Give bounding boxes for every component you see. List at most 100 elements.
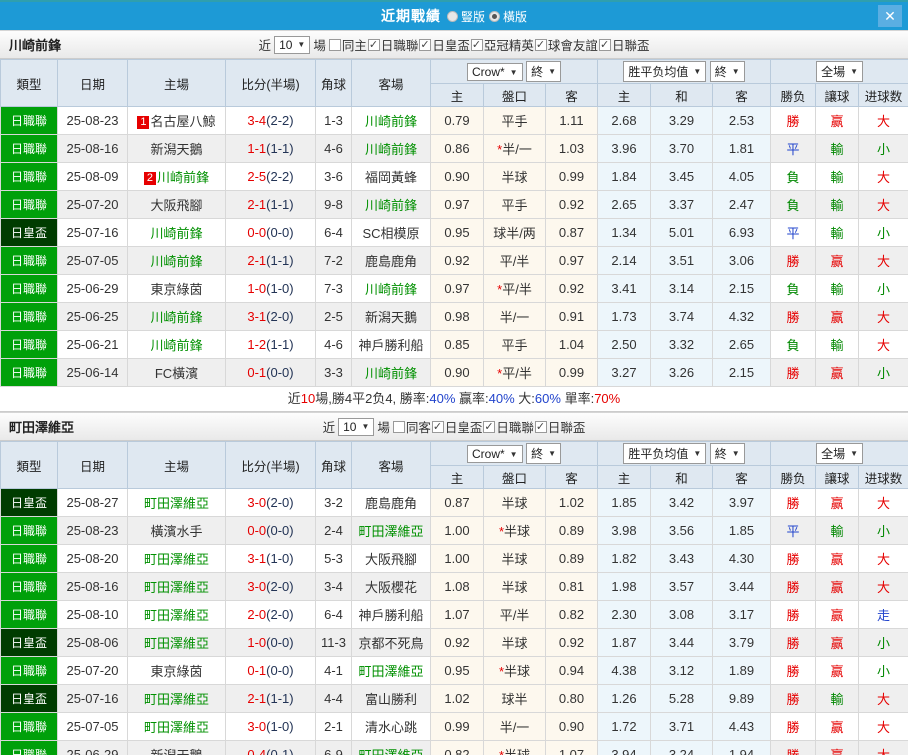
league-type-badge: 日職聯 (0, 656, 58, 685)
radio-icon[interactable] (489, 10, 500, 22)
checkbox-icon[interactable] (534, 38, 547, 51)
games-count-select[interactable]: 10 ▼ (274, 35, 311, 54)
score: 0-0(0-0) (225, 516, 316, 545)
filter-checkbox[interactable]: 球會友誼 (534, 35, 598, 54)
avg-home-odds: 2.68 (597, 106, 651, 135)
away-team: 町田澤維亞 (351, 516, 431, 545)
checkbox-icon[interactable] (483, 420, 496, 433)
away-team: 町田澤維亞 (351, 740, 431, 755)
league-type-badge: 日皇盃 (0, 684, 58, 713)
home-team: 橫濱水手 (127, 516, 226, 545)
bookmaker-select[interactable]: Crow* ▼ (466, 63, 523, 81)
filter-controls: 近 10▼ 場 同客日皇盃日職聯日聯盃 (323, 417, 585, 436)
result-wdl: 勝 (770, 544, 817, 573)
league-type-badge: 日皇盃 (0, 488, 58, 517)
match-date: 25-07-16 (57, 684, 128, 713)
home-odds: 0.87 (430, 488, 484, 517)
result-handicap: 輸 (815, 190, 860, 219)
avg-home-odds: 1.85 (597, 488, 651, 517)
away-team: 富山勝利 (351, 684, 431, 713)
col-header-away: 客場 (351, 441, 431, 489)
avg-odds-select[interactable]: 胜平负均值 ▼ (623, 443, 707, 464)
score: 3-0(2-0) (225, 572, 316, 601)
filter-checkbox[interactable]: 日聯盃 (534, 417, 585, 436)
checkbox-icon[interactable] (431, 420, 444, 433)
layout-radio-group: 豎版 橫版 (446, 8, 527, 25)
avg-time-select[interactable]: 終 ▼ (709, 61, 745, 82)
odds-time-select[interactable]: 終 ▼ (526, 61, 561, 82)
team-name: 川崎前鋒 (9, 38, 62, 53)
avg-time-select[interactable]: 終 ▼ (709, 443, 745, 464)
avg-odds-select[interactable]: 胜平负均值 ▼ (623, 61, 707, 82)
avg-home-odds: 2.65 (597, 190, 651, 219)
result-handicap: 赢 (815, 712, 860, 741)
handicap: 半球 (483, 488, 546, 517)
match-row: 日皇盃 25-07-16 町田澤維亞 2-1(1-1) 4-4 富山勝利 1.02 球半 0.8… (0, 684, 908, 713)
match-row: 日皇盃 25-07-16 川崎前鋒 0-0(0-0) 6-4 SC相模原 0.95 球半/两 0… (0, 218, 908, 247)
away-team: 福岡黃蜂 (351, 162, 431, 191)
league-type-badge: 日職聯 (0, 516, 58, 545)
home-odds: 0.95 (430, 656, 484, 685)
fulltime-select[interactable]: 全場 ▼ (816, 443, 863, 464)
match-row: 日職聯 25-07-05 町田澤維亞 3-0(1-0) 2-1 清水心跳 0.99 半/一 0.… (0, 712, 908, 741)
filter-checkbox[interactable]: 日職聯 (367, 35, 418, 54)
match-date: 25-08-09 (57, 162, 128, 191)
avg-home-odds: 1.26 (597, 684, 651, 713)
league-type-badge: 日職聯 (0, 190, 58, 219)
filter-checkbox[interactable]: 日皇盃 (431, 417, 482, 436)
checkbox-icon[interactable] (534, 420, 547, 433)
radio-icon[interactable] (446, 10, 458, 22)
avg-away-odds: 1.94 (711, 740, 772, 755)
games-count-select[interactable]: 10 ▼ (338, 417, 375, 436)
filter-checkbox[interactable]: 日聯盃 (598, 35, 649, 54)
col-header-home: 主場 (127, 441, 226, 489)
odds-time-select[interactable]: 終 ▼ (526, 443, 561, 464)
layout-radio-豎版[interactable]: 豎版 (446, 8, 485, 25)
match-row: 日職聯25-06-29新潟天鵝0-4(0-1)6-9町田澤維亞0.82*半球1.… (0, 740, 908, 755)
away-team: 大阪櫻花 (351, 572, 431, 601)
avg-away-odds: 4.05 (711, 162, 772, 191)
filter-checkbox[interactable]: 同客 (392, 417, 431, 436)
filter-checkbox[interactable]: 同主 (328, 35, 367, 54)
checkbox-icon[interactable] (470, 38, 483, 51)
fulltime-select[interactable]: 全場 ▼ (816, 61, 863, 82)
home-odds: 1.00 (430, 516, 484, 545)
checkbox-icon[interactable] (328, 38, 341, 51)
score: 1-0(0-0) (225, 628, 316, 657)
handicap: *半球 (483, 516, 546, 545)
layout-radio-橫版[interactable]: 橫版 (489, 8, 527, 25)
avg-home-odds: 4.38 (597, 656, 651, 685)
avg-draw-odds: 3.56 (650, 516, 713, 545)
result-wdl: 勝 (770, 628, 817, 657)
games-unit-label: 場 (377, 421, 390, 435)
home-team: 2 川崎前鋒 (127, 162, 226, 191)
handicap: 平手 (483, 190, 546, 219)
home-odds: 0.99 (430, 712, 484, 741)
home-team: 1 名古屋八鯨 (127, 106, 226, 135)
result-goals: 小 (858, 516, 908, 545)
filter-checkbox[interactable]: 日皇盃 (419, 35, 470, 54)
sub-header-handicap: 盤口 (483, 83, 546, 107)
checkbox-icon[interactable] (419, 38, 432, 51)
league-type-badge: 日職聯 (0, 712, 58, 741)
result-wdl: 負 (770, 274, 817, 303)
away-team: 神戶勝利船 (351, 600, 431, 629)
match-row: 日職聯 25-08-23 1 名古屋八鯨 3-4(2-2) 1-3 川崎前鋒 0.79 平手 1.… (0, 106, 908, 135)
checkbox-icon[interactable] (367, 38, 380, 51)
close-icon[interactable]: ✕ (878, 5, 902, 27)
corners: 2-5 (315, 302, 352, 331)
corners: 9-8 (315, 190, 352, 219)
result-wdl: 勝 (770, 246, 817, 275)
away-team: 川崎前鋒 (351, 134, 431, 163)
bookmaker-select[interactable]: Crow* ▼ (466, 445, 523, 463)
league-type-badge: 日職聯 (0, 162, 58, 191)
checkbox-icon[interactable] (598, 38, 611, 51)
league-type-badge: 日職聯 (0, 358, 58, 387)
filter-checkbox[interactable]: 日職聯 (483, 417, 534, 436)
home-team: 大阪飛腳 (127, 190, 226, 219)
checkbox-icon[interactable] (392, 420, 405, 433)
filter-checkbox[interactable]: 亞冠精英 (470, 35, 534, 54)
sub-header-odds-away: 客 (545, 465, 598, 489)
avg-draw-odds: 3.44 (650, 628, 713, 657)
result-goals: 大 (858, 162, 908, 191)
